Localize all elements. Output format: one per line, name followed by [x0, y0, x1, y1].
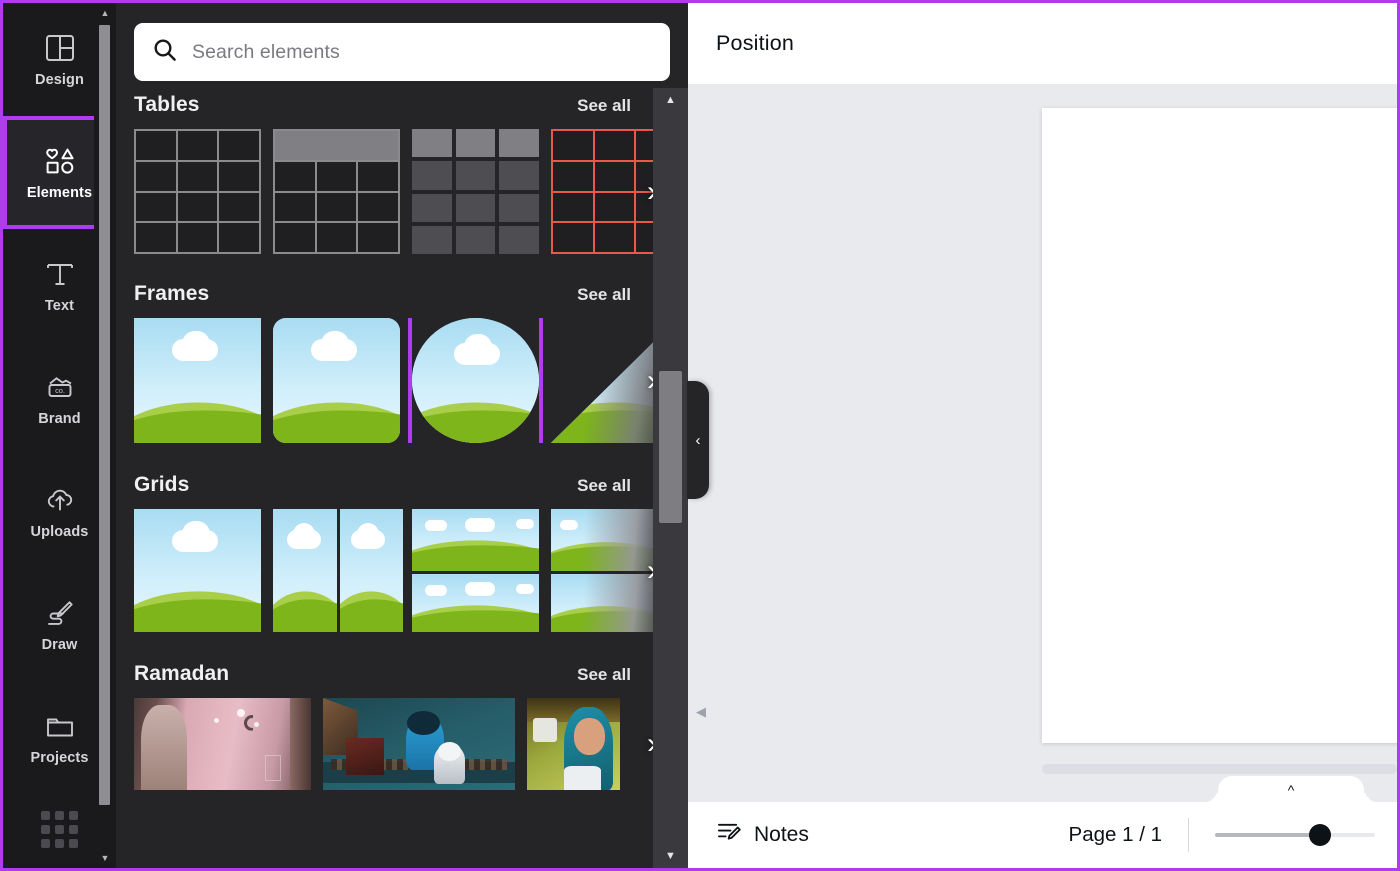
svg-text:co.: co. [55, 386, 65, 395]
shapes-icon [43, 144, 77, 178]
chevron-left-icon[interactable]: ◀ [696, 704, 706, 720]
see-all-tables[interactable]: See all [577, 96, 631, 116]
pen-draw-icon [43, 596, 77, 630]
photo-smiling-woman-thumb[interactable] [527, 698, 620, 790]
frame-square-thumb [134, 318, 261, 443]
sidebar-item-label: Text [44, 298, 75, 314]
section-tables: Tables See all [116, 93, 653, 254]
position-toolbar: Position [688, 3, 1397, 84]
frame-circle-cell[interactable] [408, 318, 543, 443]
grid-two-columns-thumb[interactable] [273, 509, 403, 632]
brand-co-icon: co. [43, 370, 77, 404]
upload-cloud-icon [43, 483, 77, 517]
panel-scroll-region: Tables See all Frames See all Grids See … [116, 93, 688, 868]
grids-row: › [134, 509, 653, 632]
page-title: Position [716, 31, 795, 55]
frame-triangle-cell[interactable] [551, 318, 653, 443]
layout-icon [43, 31, 77, 65]
expand-panel-tab[interactable]: ^ [1218, 776, 1364, 802]
section-title: Frames [134, 282, 210, 305]
page-indicator[interactable]: Page 1 / 1 [1069, 823, 1188, 847]
apps-grid-icon [41, 810, 78, 848]
frame-circle-thumb [412, 318, 539, 443]
frame-rounded-cell[interactable] [273, 318, 400, 443]
rail-scrollbar-thumb[interactable] [99, 25, 110, 805]
sidebar-item-label: Projects [30, 750, 89, 766]
photo-teal-mosque-thumb[interactable] [323, 698, 515, 790]
table-plain-thumb[interactable] [134, 129, 261, 254]
left-sidebar-rail: Design Elements Text co. Brand Uploads D… [3, 3, 116, 868]
panel-scrollbar-thumb[interactable] [659, 371, 682, 523]
triangle-down-icon[interactable]: ▼ [94, 850, 116, 866]
sidebar-item-label: Design [35, 72, 84, 88]
section-header: Tables See all [134, 93, 653, 117]
folder-icon [43, 709, 77, 743]
panel-collapse-handle[interactable]: ‹ [687, 381, 709, 499]
search-icon [152, 37, 178, 68]
elements-panel: Search elements Tables See all Frames Se… [116, 3, 688, 868]
chevron-up-icon: ^ [1287, 781, 1295, 798]
see-all-ramadan[interactable]: See all [577, 665, 631, 685]
table-red-outline-thumb[interactable] [551, 129, 653, 254]
canvas-area[interactable]: ◀ ^ [688, 84, 1397, 802]
section-frames: Frames See all [116, 282, 653, 443]
canva-editor-window: Design Elements Text co. Brand Uploads D… [0, 0, 1400, 871]
grid-single-thumb[interactable] [134, 509, 261, 632]
section-ramadan: Ramadan See all [116, 662, 653, 790]
chevron-left-icon: ‹ [695, 431, 701, 449]
triangle-up-icon[interactable]: ▲ [653, 91, 688, 109]
design-page[interactable] [1042, 108, 1397, 743]
section-header: Frames See all [134, 282, 653, 306]
section-grids: Grids See all [116, 473, 653, 632]
tables-row: › [134, 129, 653, 254]
toolbar-divider [1188, 818, 1189, 852]
ramadan-row: › [134, 698, 653, 790]
see-all-grids[interactable]: See all [577, 476, 631, 496]
sidebar-item-label: Uploads [30, 524, 89, 540]
zoom-slider[interactable] [1215, 820, 1375, 850]
horizontal-scrollbar[interactable] [1042, 764, 1397, 774]
search-bar-container: Search elements [116, 3, 688, 93]
section-header: Grids See all [134, 473, 653, 497]
workspace: Position ◀ ^ Notes Page 1 / 1 [688, 3, 1397, 868]
sidebar-item-label: Brand [38, 411, 81, 427]
notes-button[interactable]: Notes [716, 819, 809, 851]
rail-scrollbar[interactable]: ▲ ▼ [94, 3, 116, 868]
frame-rounded-thumb [273, 318, 400, 443]
bottom-toolbar: Notes Page 1 / 1 [688, 802, 1397, 868]
section-title: Grids [134, 473, 190, 496]
photo-pink-prayer-thumb[interactable] [134, 698, 311, 790]
frame-triangle-thumb [551, 318, 653, 443]
search-input[interactable]: Search elements [134, 23, 670, 81]
frame-square-cell[interactable] [134, 318, 261, 443]
text-t-icon [43, 257, 77, 291]
bottom-right-controls: Page 1 / 1 [1069, 818, 1375, 852]
section-header: Ramadan See all [134, 662, 653, 686]
sidebar-item-label: Elements [26, 185, 93, 201]
notes-pencil-icon [716, 819, 743, 851]
table-header-gray-thumb[interactable] [273, 129, 400, 254]
table-cells-gray-thumb[interactable] [412, 129, 539, 254]
sidebar-item-label: Draw [41, 637, 78, 653]
grid-partial-thumb[interactable] [551, 509, 653, 632]
zoom-slider-knob[interactable] [1309, 824, 1331, 846]
section-title: Ramadan [134, 662, 230, 685]
section-title: Tables [134, 93, 200, 116]
zoom-track-filled [1215, 833, 1319, 837]
grid-two-rows-thumb[interactable] [412, 509, 539, 632]
panel-scrollbar[interactable]: ▲ ▼ [653, 88, 688, 868]
see-all-frames[interactable]: See all [577, 285, 631, 305]
triangle-up-icon[interactable]: ▲ [94, 5, 116, 21]
triangle-down-icon[interactable]: ▼ [653, 847, 688, 865]
frames-row: › [134, 318, 653, 443]
notes-label: Notes [754, 823, 809, 846]
search-placeholder: Search elements [192, 40, 340, 63]
